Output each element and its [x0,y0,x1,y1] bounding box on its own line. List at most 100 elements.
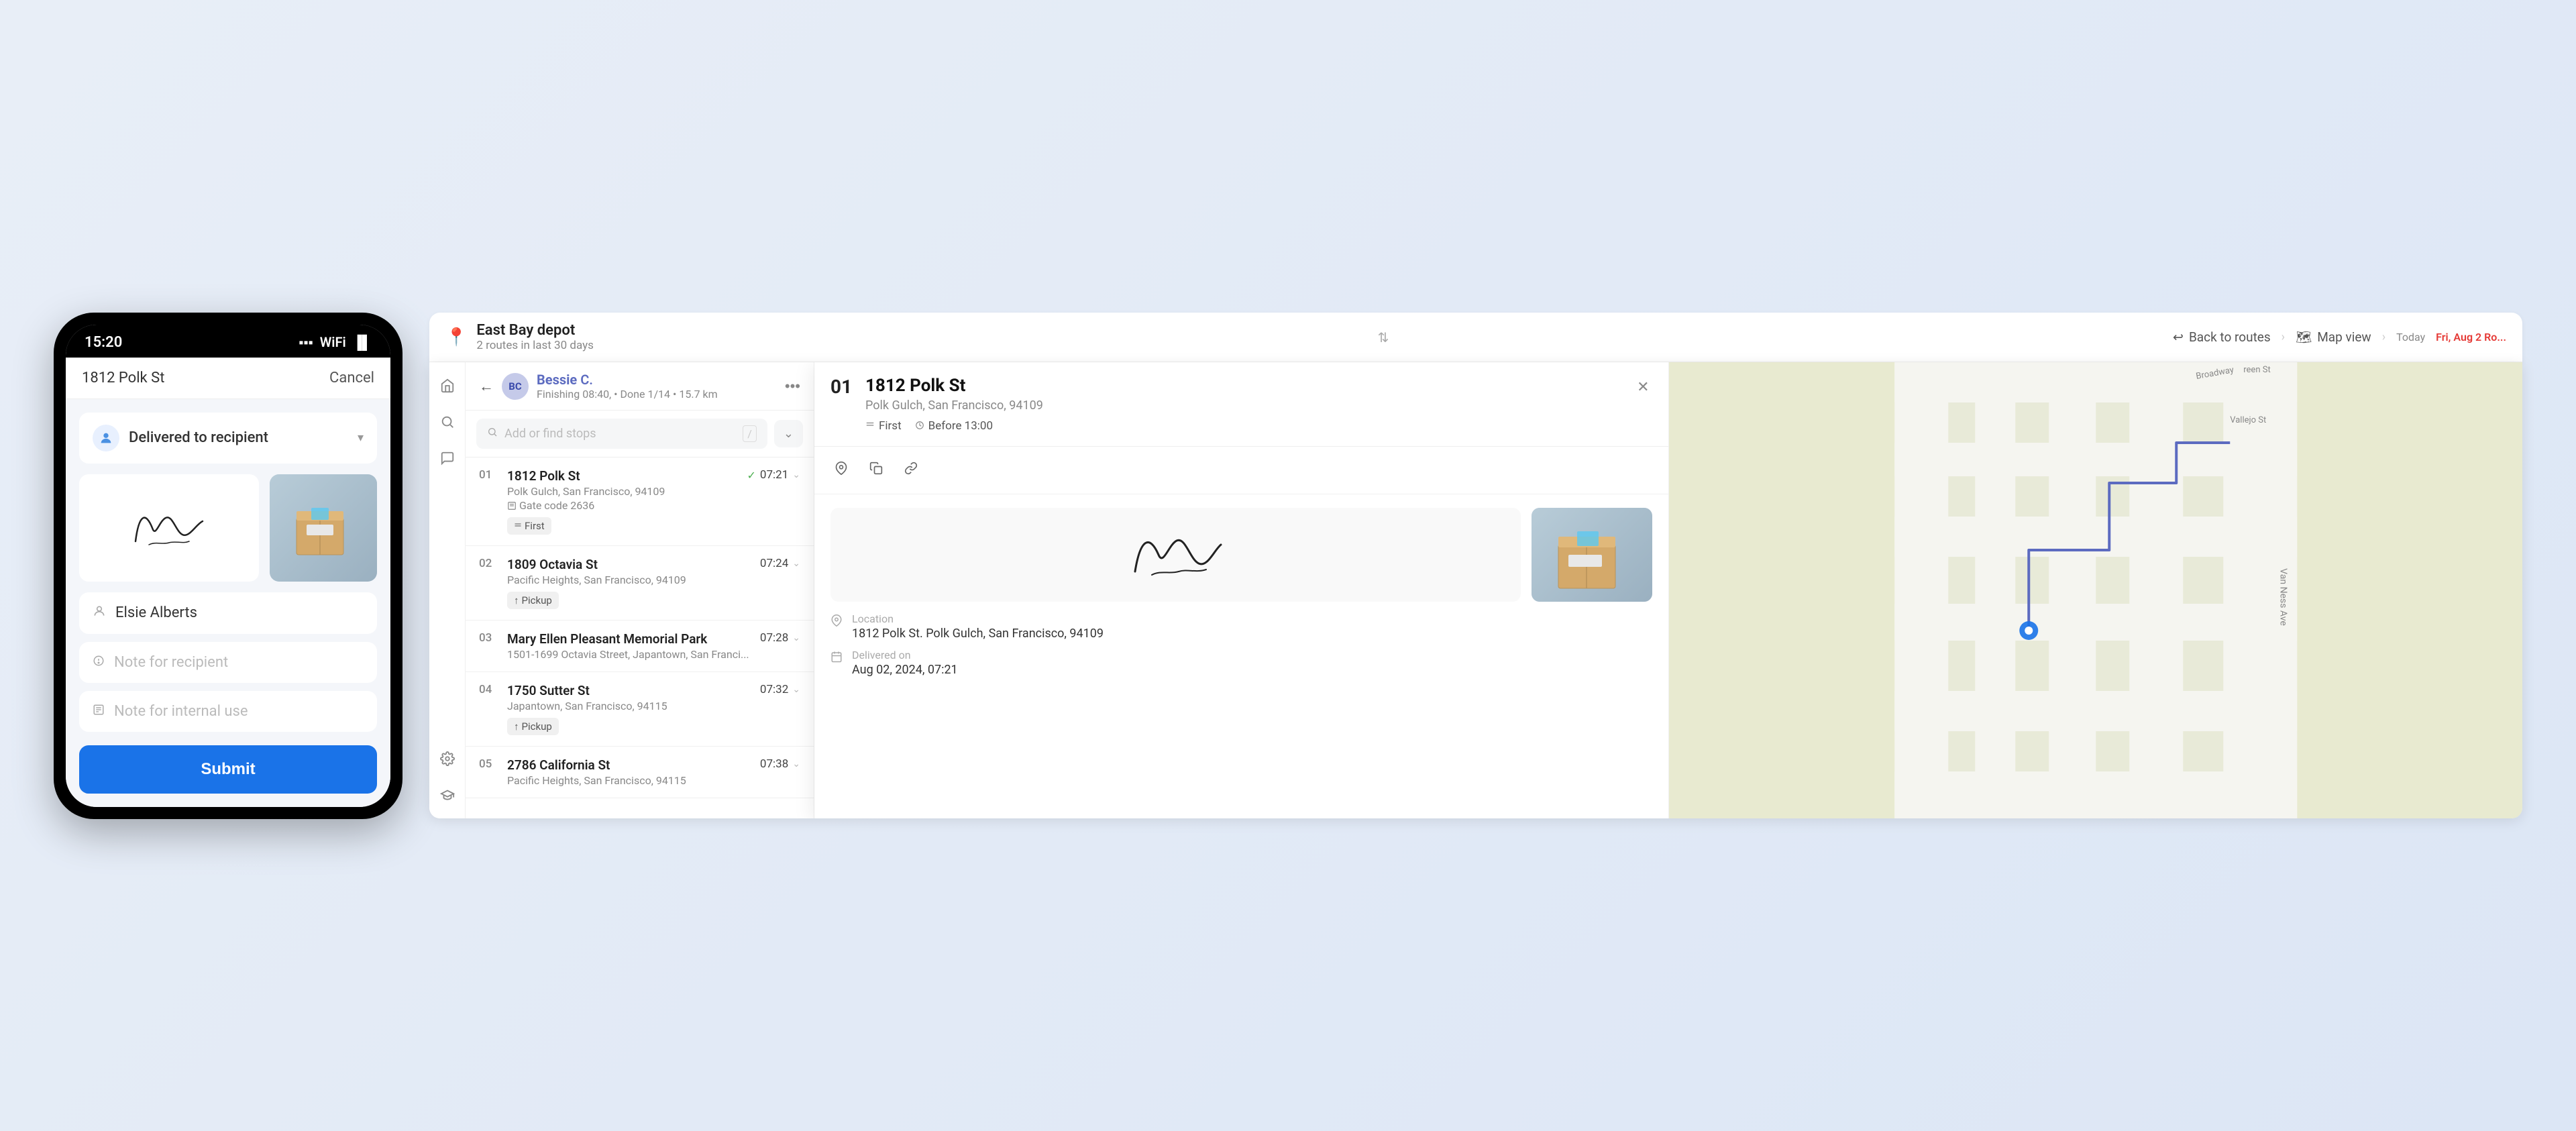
stop-item-02[interactable]: 02 1809 Octavia St Pacific Heights, San … [466,546,814,621]
detail-delivered-value: Aug 02, 2024, 07:21 [852,663,958,677]
map-svg: Van Ness Ave Broadway Vallejo St reen St [1669,362,2523,818]
phone-mockup: 15:20 ▪▪▪ WiFi ▐▌ 1812 Polk St Cancel [54,313,402,819]
driver-name-last: C. [580,372,593,388]
stop-expand-03[interactable]: ⌄ [792,633,800,643]
sidebar-home-icon[interactable] [435,373,460,398]
map-view-label: Map view [2317,329,2371,345]
back-arrow-icon: ↩ [2173,329,2184,345]
stop-item-01[interactable]: 01 1812 Polk St Polk Gulch, San Francisc… [466,457,814,546]
detail-meta-row: First Before 13:00 [865,419,1043,433]
pickup-arrow-icon-02: ↑ [514,594,519,606]
detail-location-row: Location 1812 Polk St. Polk Gulch, San F… [830,612,1652,641]
detail-tag-first: First [865,419,902,433]
map-view-button[interactable]: 🗺 Map view [2296,329,2371,345]
check-icon-01: ✓ [747,469,756,482]
copy-action-button[interactable] [865,457,887,483]
depot-chevron-icon[interactable]: ⇅ [1378,329,1389,345]
nav-separator: › [2282,330,2285,344]
depot-name: East Bay depot [476,322,594,339]
more-options-button[interactable]: ••• [785,378,800,395]
sidebar-search-icon[interactable] [435,409,460,435]
stop-details-03: Mary Ellen Pleasant Memorial Park 1501-1… [507,631,751,661]
detail-before-time: Before 13:00 [915,419,993,433]
detail-body: Location 1812 Polk St. Polk Gulch, San F… [814,494,1668,818]
driver-info: Bessie C. Finishing 08:40, • Done 1/14 •… [537,372,718,400]
stop-details-04: 1750 Sutter St Japantown, San Francisco,… [507,683,751,712]
stop-expand-04[interactable]: ⌄ [792,684,800,695]
tag-first-label: First [879,419,902,433]
detail-signature-svg [1122,525,1229,585]
search-slash-shortcut: / [743,425,757,442]
delivery-status-row[interactable]: Delivered to recipient ▾ [79,413,377,464]
link-action-button[interactable] [900,457,922,483]
driver-status: Finishing 08:40, • Done 1/14 • 15.7 km [537,388,718,400]
stop-item-05[interactable]: 05 2786 California St Pacific Heights, S… [466,747,814,798]
stop-expand-05[interactable]: ⌄ [792,759,800,769]
phone-screen: 15:20 ▪▪▪ WiFi ▐▌ 1812 Polk St Cancel [66,325,390,807]
detail-location-value: 1812 Polk St. Polk Gulch, San Francisco,… [852,627,1104,641]
sidebar-graduate-icon[interactable] [435,782,460,808]
stop-name-05: 2786 California St [507,757,751,773]
sidebar-icons [429,362,466,818]
sidebar-messages-icon[interactable] [435,445,460,471]
signature-photo-row [79,474,377,582]
stop-time-05: 07:38 ⌄ [760,757,800,771]
package-illustration [270,474,377,582]
time-value-04: 07:32 [760,683,788,696]
phone-address-title: 1812 Polk St [82,370,164,386]
stop-row-top-04: 04 1750 Sutter St Japantown, San Francis… [479,683,800,712]
driver-row: ← BC Bessie C. Finishing 08:40, • Done 1… [466,362,814,411]
stop-time-02: 07:24 ⌄ [760,557,800,570]
tag-first-icon [865,420,875,433]
detail-signature-box [830,508,1521,602]
stop-tag-pickup-04: ↑ Pickup [507,718,559,735]
driver-back-button[interactable]: ← [479,378,494,395]
stop-num-04: 04 [479,683,498,696]
detail-delivered-row: Delivered on Aug 02, 2024, 07:21 [830,649,1652,677]
person-icon [93,425,119,451]
detail-package-illustration [1532,508,1652,602]
stop-tags-04: ↑ Pickup [507,718,800,735]
note-internal-row[interactable]: Note for internal use [79,691,377,732]
depot-info: East Bay depot 2 routes in last 30 days [476,322,594,352]
note-internal-placeholder: Note for internal use [114,703,248,720]
stop-tags-01: First [507,517,800,535]
search-bar: Add or find stops / ⌄ [466,411,814,457]
pickup-arrow-icon-04: ↑ [514,720,519,733]
detail-delivered-label: Delivered on [852,649,958,661]
stop-item-04[interactable]: 04 1750 Sutter St Japantown, San Francis… [466,672,814,747]
stop-addr-04: Japantown, San Francisco, 94115 [507,700,751,712]
recipient-row: Elsie Alberts [79,592,377,634]
detail-street: 1812 Polk St [865,376,1043,396]
depot-sub: 2 routes in last 30 days [476,339,594,352]
cancel-button[interactable]: Cancel [329,370,374,386]
sidebar-settings-icon[interactable] [435,746,460,771]
location-action-button[interactable] [830,457,852,483]
detail-calendar-icon [830,650,843,666]
signature-box [79,474,259,582]
stop-num-03: 03 [479,631,498,645]
svg-text:Vallejo St: Vallejo St [2230,415,2266,425]
back-to-routes-button[interactable]: ↩ Back to routes [2173,329,2271,345]
stop-row-top-03: 03 Mary Ellen Pleasant Memorial Park 150… [479,631,800,661]
detail-close-button[interactable]: ✕ [1634,376,1652,398]
stop-expand-02[interactable]: ⌄ [792,558,800,569]
stop-item-03[interactable]: 03 Mary Ellen Pleasant Memorial Park 150… [466,621,814,672]
stop-tags-02: ↑ Pickup [507,592,800,609]
search-expand-button[interactable]: ⌄ [774,420,803,447]
status-dropdown-chevron[interactable]: ▾ [358,431,364,445]
stop-time-01: ✓ 07:21 ⌄ [747,468,800,482]
stop-details-01: 1812 Polk St Polk Gulch, San Francisco, … [507,468,738,512]
submit-button[interactable]: Submit [79,745,377,794]
search-input-wrap[interactable]: Add or find stops / [476,419,767,449]
stop-num-02: 02 [479,557,498,570]
map-view-icon: 🗺 [2296,329,2312,345]
delivery-status-left: Delivered to recipient [93,425,268,451]
stop-addr-01: Polk Gulch, San Francisco, 94109 [507,485,738,498]
note-recipient-row[interactable]: Note for recipient [79,642,377,683]
detail-location-icon [830,614,843,630]
stop-expand-01[interactable]: ⌄ [792,470,800,480]
route-list-panel: ← BC Bessie C. Finishing 08:40, • Done 1… [466,362,814,818]
depot-pin-icon: 📍 [445,327,467,347]
driver-avatar: BC [502,373,529,400]
